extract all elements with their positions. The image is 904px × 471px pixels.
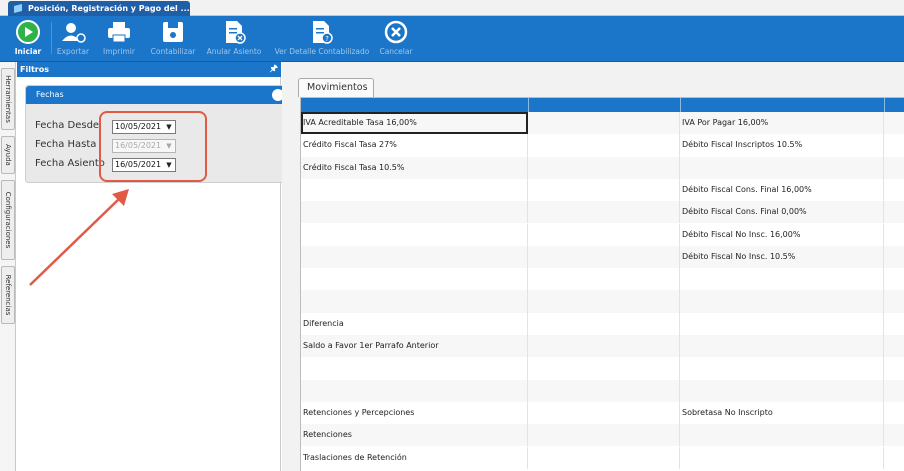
cell-valor-derecho[interactable] — [884, 357, 904, 379]
cell-concepto-izquierdo[interactable] — [301, 290, 528, 313]
cell-valor-izquierdo[interactable] — [528, 201, 680, 224]
cell-valor-derecho[interactable] — [884, 402, 904, 424]
table-row[interactable]: Traslaciones de Retención — [301, 446, 904, 469]
cell-concepto-izquierdo[interactable]: Retenciones y Percepciones — [301, 401, 528, 425]
cell-concepto-derecho[interactable]: Débito Fiscal Cons. Final 0,00% — [680, 201, 884, 224]
table-row[interactable]: Saldo a Favor 1er Parrafo Anterior — [301, 335, 904, 358]
cell-concepto-derecho[interactable]: Débito Fiscal No Insc. 16,00% — [680, 223, 884, 246]
cell-valor-derecho[interactable] — [884, 424, 904, 446]
cell-concepto-izquierdo[interactable] — [301, 245, 528, 269]
grid-header — [301, 98, 904, 112]
cell-concepto-derecho[interactable] — [680, 446, 884, 469]
cell-valor-izquierdo[interactable] — [528, 245, 680, 269]
cell-valor-izquierdo[interactable] — [528, 156, 680, 179]
cell-concepto-derecho[interactable] — [680, 290, 884, 313]
cell-valor-derecho[interactable] — [884, 268, 904, 290]
cell-valor-izquierdo[interactable] — [528, 268, 680, 291]
cell-concepto-derecho[interactable]: IVA Por Pagar 16,00% — [680, 112, 884, 135]
cell-valor-izquierdo[interactable] — [528, 379, 680, 402]
cell-valor-izquierdo[interactable] — [528, 223, 680, 246]
movimientos-grid: IVA Acreditable Tasa 16,00% IVA Por Pagar… — [300, 97, 904, 471]
table-row[interactable]: Débito Fiscal Cons. Final 0,00% — [301, 201, 904, 224]
cell-valor-derecho[interactable] — [884, 447, 904, 469]
cell-concepto-izquierdo[interactable]: Diferencia — [301, 312, 528, 335]
grid-column-header[interactable] — [528, 98, 529, 112]
cell-concepto-izquierdo[interactable]: Crédito Fiscal Tasa 27% — [301, 134, 528, 157]
table-row[interactable]: Diferencia — [301, 312, 904, 335]
cell-concepto-derecho[interactable]: Sobretasa No Inscripto — [680, 401, 884, 425]
cell-concepto-izquierdo[interactable]: Crédito Fiscal Tasa 10.5% — [301, 156, 528, 179]
cell-valor-derecho[interactable] — [884, 112, 904, 134]
table-row[interactable] — [301, 290, 904, 313]
cell-valor-derecho[interactable] — [884, 201, 904, 223]
cell-valor-izquierdo[interactable] — [528, 134, 680, 157]
cell-concepto-izquierdo[interactable] — [301, 201, 528, 224]
cell-concepto-derecho[interactable]: Débito Fiscal No Insc. 10.5% — [680, 245, 884, 269]
tab-movimientos[interactable]: Movimientos — [298, 78, 374, 97]
cell-valor-derecho[interactable] — [884, 380, 904, 402]
cell-concepto-derecho[interactable] — [680, 268, 884, 291]
table-row[interactable]: Débito Fiscal No Insc. 16,00% — [301, 223, 904, 246]
movimientos-area: Movimientos IVA Acreditable Tasa 16,00% I… — [282, 62, 904, 471]
cell-valor-izquierdo[interactable] — [528, 446, 680, 469]
cell-concepto-izquierdo[interactable] — [301, 268, 528, 291]
cell-valor-izquierdo[interactable] — [528, 290, 680, 313]
cell-concepto-derecho[interactable] — [680, 357, 884, 380]
table-row[interactable] — [301, 379, 904, 402]
cell-valor-derecho[interactable] — [884, 134, 904, 156]
table-row[interactable]: IVA Acreditable Tasa 16,00% IVA Por Pagar… — [301, 112, 904, 135]
cell-valor-derecho[interactable] — [884, 179, 904, 201]
cell-valor-izquierdo[interactable] — [528, 335, 680, 358]
cell-concepto-derecho[interactable] — [680, 156, 884, 179]
cell-concepto-derecho[interactable] — [680, 424, 884, 447]
grid-column-header[interactable] — [884, 98, 885, 112]
cell-valor-izquierdo[interactable] — [528, 178, 680, 202]
cell-valor-derecho[interactable] — [884, 335, 904, 357]
cell-concepto-izquierdo[interactable]: Saldo a Favor 1er Parrafo Anterior — [301, 335, 528, 358]
tab-movimientos-label: Movimientos — [307, 82, 368, 93]
table-row[interactable]: Débito Fiscal No Insc. 10.5% — [301, 245, 904, 269]
cell-concepto-derecho[interactable] — [680, 312, 884, 335]
table-row[interactable]: Retenciones y Percepciones Sobretasa No I… — [301, 401, 904, 425]
table-row[interactable] — [301, 357, 904, 380]
cell-concepto-izquierdo[interactable]: Traslaciones de Retención — [301, 446, 528, 469]
app-window: Posición, Registración y Pago del ... In… — [0, 0, 904, 471]
table-row[interactable]: Débito Fiscal Cons. Final 16,00% — [301, 178, 904, 202]
cell-concepto-derecho[interactable]: Débito Fiscal Inscriptos 10.5% — [680, 134, 884, 157]
cell-valor-izquierdo[interactable] — [528, 357, 680, 380]
cell-valor-izquierdo[interactable] — [528, 424, 680, 447]
cell-valor-derecho[interactable] — [884, 290, 904, 312]
cell-valor-derecho[interactable] — [884, 313, 904, 335]
cell-valor-izquierdo[interactable] — [528, 401, 680, 425]
cell-valor-derecho[interactable] — [884, 246, 904, 268]
cell-concepto-izquierdo[interactable] — [301, 178, 528, 202]
cell-concepto-derecho[interactable] — [680, 379, 884, 402]
cell-concepto-derecho[interactable] — [680, 335, 884, 358]
cell-concepto-izquierdo[interactable]: Retenciones — [301, 424, 528, 447]
table-row[interactable]: Crédito Fiscal Tasa 27% Débito Fiscal Ins… — [301, 134, 904, 157]
cell-concepto-derecho[interactable]: Débito Fiscal Cons. Final 16,00% — [680, 178, 884, 202]
table-row[interactable] — [301, 268, 904, 291]
table-row[interactable]: Crédito Fiscal Tasa 10.5% — [301, 156, 904, 179]
cell-valor-derecho[interactable] — [884, 224, 904, 246]
cell-concepto-izquierdo[interactable]: IVA Acreditable Tasa 16,00% — [301, 112, 528, 135]
cell-concepto-izquierdo[interactable] — [301, 357, 528, 380]
cell-valor-izquierdo[interactable] — [528, 112, 680, 135]
cell-valor-izquierdo[interactable] — [528, 312, 680, 335]
cell-concepto-izquierdo[interactable] — [301, 223, 528, 246]
cell-valor-derecho[interactable] — [884, 157, 904, 179]
cell-concepto-izquierdo[interactable] — [301, 379, 528, 402]
table-row[interactable]: Retenciones — [301, 424, 904, 447]
grid-column-header[interactable] — [680, 98, 681, 112]
